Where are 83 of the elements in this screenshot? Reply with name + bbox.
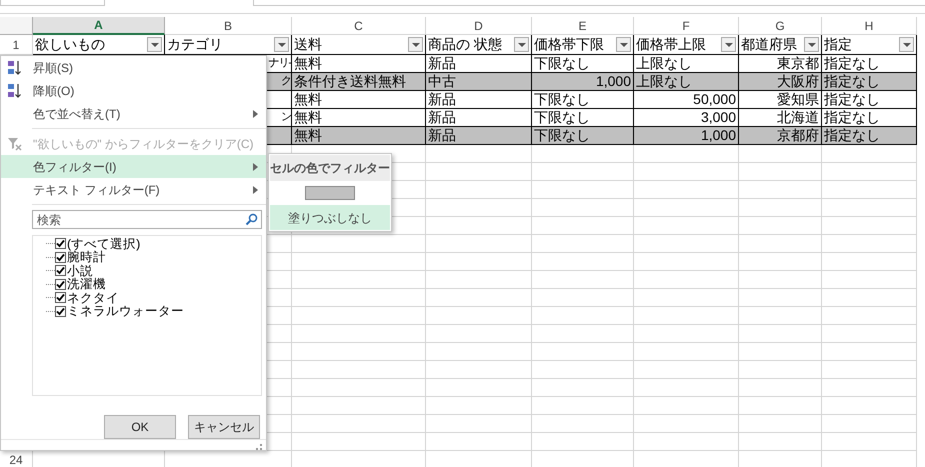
table-cell-text: 欲しいもの [35, 35, 105, 54]
table-cell: 新品 [426, 55, 532, 73]
filter-dropdown-button[interactable] [899, 37, 914, 52]
table-cell: 条件付き送料無料 [292, 73, 426, 91]
value-label: ネクタイ [67, 292, 119, 304]
table-cell: 1,000 [532, 73, 634, 91]
table-cell: 指定なし [822, 109, 917, 127]
table-cell-text: 価格帯下限 [534, 35, 604, 54]
cancel-button[interactable]: キャンセル [188, 414, 260, 439]
table-cell-text: 指定 [824, 35, 852, 54]
filter-dropdown-button[interactable] [514, 37, 529, 52]
value-label: 洗濯機 [67, 278, 106, 291]
submenu-arrow-icon [253, 162, 258, 170]
table-cell: 新品 [426, 91, 532, 109]
checkbox[interactable] [55, 278, 66, 290]
search-icon [245, 212, 258, 226]
table-cell-text: カテゴリ [167, 35, 223, 54]
table-cell: 新品 [426, 127, 532, 145]
menu-item[interactable]: 塗りつぶしなし [270, 205, 390, 230]
table-cell: 新品 [426, 109, 532, 127]
table-cell: 無料 [292, 109, 426, 127]
table-cell-text: 都道府県 [741, 35, 797, 54]
column-header[interactable]: E [532, 17, 634, 35]
table-cell: 50,000 [634, 91, 739, 109]
table-cell: 愛知県 [739, 91, 822, 109]
value-label: (すべて選択) [67, 238, 140, 250]
checkbox[interactable] [55, 292, 66, 304]
checkbox[interactable] [55, 265, 66, 276]
table-cell: 下限なし [532, 127, 634, 145]
menu-item[interactable]: テキスト フィルター(F) [1, 178, 266, 201]
ok-button[interactable]: OK [104, 414, 176, 439]
column-header[interactable]: B [165, 17, 292, 35]
column-header[interactable]: C [292, 17, 426, 35]
resize-grip-icon[interactable] [256, 444, 262, 450]
submenu-title: セルの色でフィルター [270, 155, 390, 181]
sort-ascending-icon [7, 60, 23, 76]
value-label: 小説 [67, 264, 93, 278]
clear-filter-icon [7, 136, 23, 152]
table-cell: 上限なし [634, 55, 739, 73]
table-cell: 上限なし [634, 73, 739, 91]
sort-descending-icon [7, 82, 23, 98]
menu-item[interactable]: 色フィルター(I) [1, 155, 266, 178]
checkbox[interactable] [55, 252, 66, 263]
search-field[interactable]: 検索 [32, 210, 262, 230]
table-cell: 指定なし [822, 91, 917, 109]
column-header[interactable]: F [634, 17, 739, 35]
table-cell: 下限なし [532, 109, 634, 127]
filter-dropdown-button[interactable] [408, 37, 423, 52]
filter-dropdown-button[interactable] [274, 37, 289, 52]
table-cell: 1,000 [634, 127, 739, 145]
value-label: 腕時計 [67, 251, 106, 264]
column-header[interactable]: D [426, 17, 532, 35]
table-cell: 中古 [426, 73, 532, 91]
table-cell: 指定なし [822, 73, 917, 91]
column-header[interactable]: H [822, 17, 917, 35]
table-cell: 指定なし [822, 127, 917, 145]
filter-dropdown-button[interactable] [147, 37, 162, 52]
table-cell: 下限なし [532, 55, 634, 73]
row-number: 24 [9, 452, 23, 467]
checkbox[interactable] [55, 238, 66, 250]
filter-dropdown-button[interactable] [616, 37, 631, 52]
table-cell: 3,000 [634, 109, 739, 127]
value-label: ミネラルウォーター [67, 305, 184, 318]
table-cell: 大阪府 [739, 73, 822, 91]
color-swatch[interactable] [305, 186, 355, 200]
table-cell: 下限なし [532, 91, 634, 109]
table-cell: 東京都 [739, 55, 822, 73]
table-cell: 無料 [292, 91, 426, 109]
submenu-arrow-icon [253, 110, 258, 118]
table-cell: 指定なし [822, 55, 917, 73]
column-header[interactable]: A [33, 17, 165, 35]
filter-dropdown-button[interactable] [804, 37, 819, 52]
table-cell: 京都府 [739, 127, 822, 145]
table-cell-text: 商品の 状態 [428, 35, 502, 54]
table-cell: 無料 [292, 127, 426, 145]
submenu-arrow-icon [253, 186, 258, 194]
filter-dropdown-button[interactable] [721, 37, 736, 52]
table-cell: 無料 [292, 55, 426, 73]
table-cell-text: 送料 [294, 35, 322, 54]
table-cell-text: 価格帯上限 [636, 35, 706, 54]
checkbox[interactable] [55, 306, 66, 317]
table-cell: 北海道 [739, 109, 822, 127]
column-header[interactable]: G [739, 17, 822, 35]
